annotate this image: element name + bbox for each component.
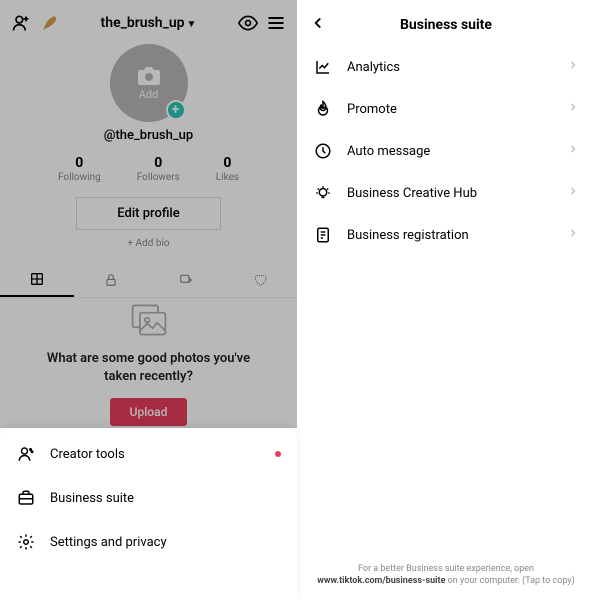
menu-item-registration[interactable]: Business registration [297,214,595,256]
briefcase-icon [16,488,36,508]
sheet-item-creator-tools[interactable]: Creator tools [0,432,297,476]
edit-profile-button[interactable]: Edit profile [76,197,220,230]
menu-item-label: Analytics [347,60,400,75]
sheet-item-label: Settings and privacy [50,535,167,550]
menu-item-analytics[interactable]: Analytics [297,46,595,88]
page-title: Business suite [309,17,583,33]
stat-followers[interactable]: 0 Followers [137,155,180,183]
sheet-item-label: Business suite [50,491,134,506]
analytics-icon [313,57,333,77]
add-user-icon[interactable] [10,12,32,34]
menu-item-label: Promote [347,102,397,117]
eye-icon[interactable] [237,12,259,34]
feather-icon [38,12,60,34]
username-dropdown[interactable]: the_brush_up▼ [66,15,231,31]
menu-item-promote[interactable]: Promote [297,88,595,130]
menu-item-creative-hub[interactable]: Business Creative Hub [297,172,595,214]
menu-item-auto-message[interactable]: Auto message [297,130,595,172]
person-icon [16,444,36,464]
plus-badge-icon[interactable]: + [166,100,186,120]
profile-handle: @the_brush_up [104,128,193,143]
avatar[interactable]: Add + [110,44,188,122]
chevron-right-icon [567,143,579,159]
document-icon [313,225,333,245]
fire-icon [313,99,333,119]
tab-repost[interactable] [149,263,223,297]
menu-item-label: Auto message [347,144,430,159]
stat-likes[interactable]: 0 Likes [216,155,239,183]
menu-item-label: Business registration [347,228,469,243]
sheet-item-label: Creator tools [50,447,125,462]
message-icon [313,141,333,161]
menu-icon[interactable] [265,12,287,34]
chevron-right-icon [567,185,579,201]
stat-following[interactable]: 0 Following [58,155,101,183]
gear-icon [16,532,36,552]
sheet-item-settings[interactable]: Settings and privacy [0,520,297,564]
chevron-right-icon [567,227,579,243]
empty-state-text: What are some good photos you've taken r… [30,350,267,385]
sheet-item-business-suite[interactable]: Business suite [0,476,297,520]
avatar-add-label: Add [139,88,159,101]
upload-button[interactable]: Upload [110,398,188,426]
chevron-right-icon [567,59,579,75]
tab-locked[interactable] [74,263,148,297]
notification-dot [275,451,281,457]
footer-hint[interactable]: For a better Business suite experience, … [297,555,595,600]
tab-liked[interactable] [223,263,297,297]
add-bio-button[interactable]: + Add bio [127,238,169,249]
tab-grid[interactable] [0,263,74,297]
chevron-right-icon [567,101,579,117]
lightbulb-icon [313,183,333,203]
menu-item-label: Business Creative Hub [347,186,477,201]
